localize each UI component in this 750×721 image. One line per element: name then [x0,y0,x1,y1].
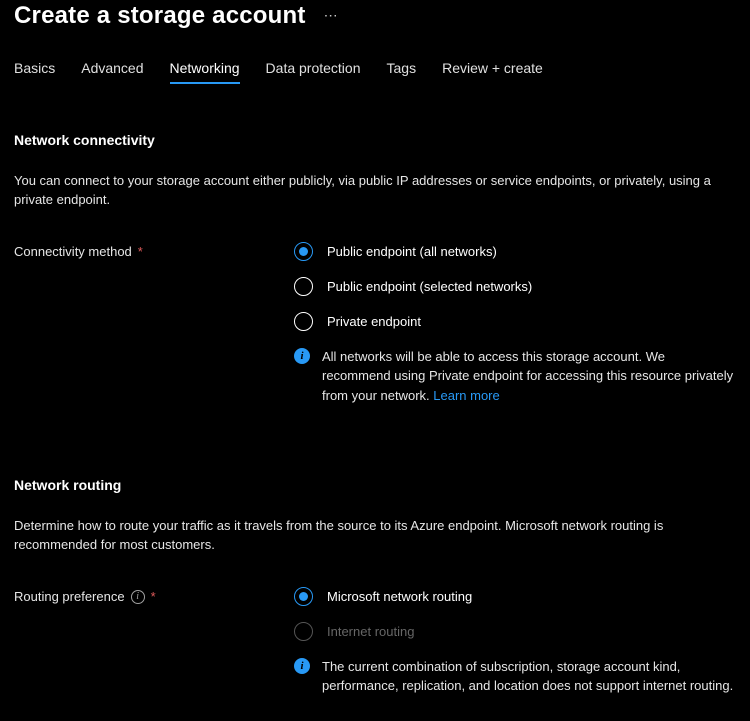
network-connectivity-heading: Network connectivity [14,132,736,148]
network-routing-heading: Network routing [14,477,736,493]
radio-label: Public endpoint (all networks) [327,244,497,259]
connectivity-info-row: i All networks will be able to access th… [294,347,736,406]
radio-public-all[interactable]: Public endpoint (all networks) [294,242,736,261]
radio-label: Microsoft network routing [327,589,472,604]
radio-label: Public endpoint (selected networks) [327,279,532,294]
connectivity-info-text: All networks will be able to access this… [322,347,736,406]
radio-label: Internet routing [327,624,414,639]
tab-networking[interactable]: Networking [170,60,240,84]
info-icon[interactable]: i [131,590,145,604]
info-icon: i [294,658,310,674]
radio-icon [294,277,313,296]
radio-internet-routing: Internet routing [294,622,736,641]
learn-more-link[interactable]: Learn more [433,388,499,403]
page-title: Create a storage account [14,2,306,30]
radio-private[interactable]: Private endpoint [294,312,736,331]
network-routing-section: Network routing Determine how to route y… [14,477,736,696]
radio-public-selected[interactable]: Public endpoint (selected networks) [294,277,736,296]
routing-info-text: The current combination of subscription,… [322,657,736,696]
network-connectivity-section: Network connectivity You can connect to … [14,132,736,405]
tab-tags[interactable]: Tags [387,60,417,84]
radio-icon [294,242,313,261]
radio-label: Private endpoint [327,314,421,329]
tab-advanced[interactable]: Advanced [81,60,143,84]
routing-info-row: i The current combination of subscriptio… [294,657,736,696]
more-actions-button[interactable]: ⋯ [324,7,340,26]
tab-basics[interactable]: Basics [14,60,55,84]
tab-data-protection[interactable]: Data protection [266,60,361,84]
required-indicator: * [138,244,143,259]
network-routing-description: Determine how to route your traffic as i… [14,517,734,555]
radio-icon [294,312,313,331]
radio-microsoft-routing[interactable]: Microsoft network routing [294,587,736,606]
connectivity-method-label: Connectivity method [14,244,132,259]
tab-bar: Basics Advanced Networking Data protecti… [14,60,736,84]
radio-icon [294,587,313,606]
required-indicator: * [151,589,156,604]
radio-icon [294,622,313,641]
info-icon: i [294,348,310,364]
network-connectivity-description: You can connect to your storage account … [14,172,734,210]
routing-preference-label: Routing preference [14,589,125,604]
tab-review-create[interactable]: Review + create [442,60,543,84]
